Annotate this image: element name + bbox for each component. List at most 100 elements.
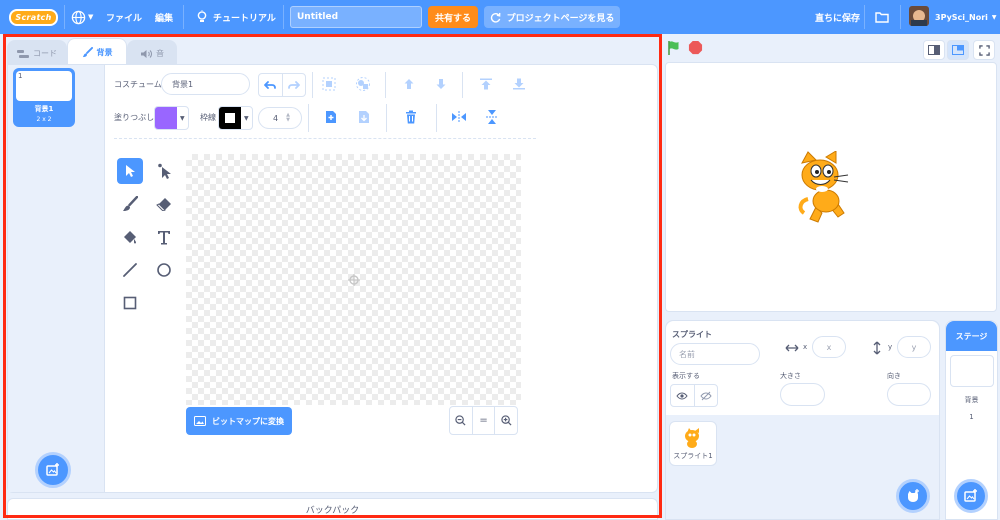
backdrop-name: 背景1 <box>34 105 54 113</box>
backdrop-item[interactable]: 1 背景1 2 x 2 <box>13 68 75 127</box>
text-tool[interactable] <box>151 224 177 250</box>
project-title-input[interactable]: Untitled <box>290 6 422 28</box>
sprite-tile[interactable]: スプライト1 <box>669 421 717 466</box>
direction-input[interactable] <box>887 383 931 406</box>
zoom-out-button[interactable] <box>450 407 472 434</box>
toolbar-divider <box>386 104 387 132</box>
select-tool[interactable] <box>117 158 143 184</box>
outline-color-picker[interactable]: ▼ <box>218 106 253 130</box>
see-project-page-button[interactable]: プロジェクトページを見る <box>484 6 620 28</box>
crosshair-icon <box>348 274 360 286</box>
zoom-reset-button[interactable]: = <box>471 407 495 434</box>
fill-swatch <box>155 107 177 129</box>
y-input[interactable]: y <box>897 336 931 358</box>
back-button[interactable] <box>508 73 530 95</box>
backward-button[interactable] <box>430 73 452 95</box>
account-menu[interactable]: 3PySci_Nori ▼ <box>935 0 997 34</box>
flip-horizontal-button[interactable] <box>448 106 470 128</box>
fullscreen-button[interactable] <box>973 40 995 60</box>
add-sprite-icon <box>908 489 919 502</box>
flip-horizontal-icon <box>452 111 466 123</box>
tab-code[interactable]: コード <box>7 40 67 66</box>
front-button[interactable] <box>475 73 497 95</box>
forward-button[interactable] <box>398 73 420 95</box>
choose-backdrop-button[interactable] <box>35 452 71 488</box>
circle-icon <box>157 263 171 277</box>
group-icon <box>322 77 336 91</box>
delete-button[interactable] <box>400 106 422 128</box>
share-button[interactable]: 共有する <box>428 6 478 28</box>
choose-sprite-button[interactable] <box>896 479 930 513</box>
bring-to-front-icon <box>480 78 492 90</box>
toolbar-divider <box>436 104 437 132</box>
tab-sounds[interactable]: 音 <box>127 40 177 66</box>
menu-divider <box>864 5 865 29</box>
fill-tool[interactable] <box>117 224 143 250</box>
copy-button[interactable] <box>320 106 342 128</box>
stop-icon[interactable] <box>688 40 703 55</box>
x-label: x <box>803 343 808 351</box>
convert-to-bitmap-button[interactable]: ビットマップに変換 <box>186 407 292 435</box>
rectangle-tool[interactable] <box>117 290 143 316</box>
choose-backdrop-stage-button[interactable] <box>954 479 988 513</box>
zoom-out-icon <box>455 415 466 426</box>
paste-button[interactable] <box>353 106 375 128</box>
flip-vertical-button[interactable] <box>481 106 503 128</box>
tutorials-menu[interactable]: チュートリアル <box>196 0 276 34</box>
my-stuff-button[interactable] <box>875 0 889 34</box>
eraser-tool[interactable] <box>151 191 177 217</box>
globe-icon <box>71 10 86 24</box>
outline-width-input[interactable]: 4 ▲ ▼ <box>258 107 302 129</box>
undo-button[interactable] <box>259 74 283 96</box>
size-input[interactable] <box>780 383 825 406</box>
small-stage-button[interactable] <box>923 40 945 60</box>
paint-canvas[interactable] <box>186 154 521 405</box>
toolbar-divider <box>308 104 309 132</box>
text-icon <box>158 231 170 245</box>
refresh-icon <box>490 12 500 23</box>
file-menu[interactable]: ファイル <box>106 0 142 34</box>
language-menu[interactable]: ▼ <box>71 0 93 34</box>
green-flag-icon[interactable] <box>666 40 682 56</box>
show-sprite-button[interactable] <box>671 385 695 406</box>
save-now-button[interactable]: 直ちに保存 <box>815 0 860 34</box>
convert-to-bitmap-label: ビットマップに変換 <box>212 416 284 426</box>
reshape-tool[interactable] <box>151 158 177 184</box>
x-input[interactable]: x <box>812 336 846 358</box>
stage-selector-title: ステージ <box>946 321 997 351</box>
zoom-in-button[interactable] <box>494 407 517 434</box>
fill-color-picker[interactable]: ▼ <box>154 106 189 130</box>
group-button[interactable] <box>318 73 340 95</box>
sprite-name-input[interactable]: 名前 <box>670 343 760 365</box>
bitmap-icon <box>194 416 206 426</box>
speaker-icon <box>141 49 152 58</box>
redo-button[interactable] <box>283 74 306 96</box>
costume-name-input[interactable]: 背景1 <box>161 73 250 95</box>
line-tool[interactable] <box>117 257 143 283</box>
backpack[interactable]: バックパック <box>7 498 658 520</box>
hide-sprite-button[interactable] <box>695 385 718 406</box>
stage-canvas[interactable] <box>665 62 997 312</box>
direction-label: 向き <box>887 372 901 380</box>
user-avatar[interactable] <box>909 6 929 26</box>
tab-backdrops[interactable]: 背景 <box>67 38 127 66</box>
code-blocks-icon <box>17 49 29 58</box>
ungroup-button[interactable] <box>352 73 374 95</box>
brush-tool[interactable] <box>117 191 143 217</box>
reshape-icon <box>158 163 171 179</box>
menu-divider <box>283 5 284 29</box>
zoom-in-icon <box>500 415 512 426</box>
backdrops-label: 背景 <box>964 396 979 404</box>
edit-menu[interactable]: 編集 <box>155 0 173 34</box>
stage-thumbnail <box>950 355 994 387</box>
add-backdrop-icon <box>964 489 977 502</box>
sprite-tile-name: スプライト1 <box>673 452 713 460</box>
eye-slash-icon <box>700 391 712 400</box>
circle-tool[interactable] <box>151 257 177 283</box>
add-backdrop-icon <box>46 463 59 476</box>
scratch-logo[interactable]: Scratch <box>9 9 58 26</box>
normal-stage-button[interactable] <box>947 40 969 60</box>
pointer-arrow-icon <box>126 165 135 177</box>
paste-icon <box>359 111 369 123</box>
flip-vertical-icon <box>486 110 498 124</box>
